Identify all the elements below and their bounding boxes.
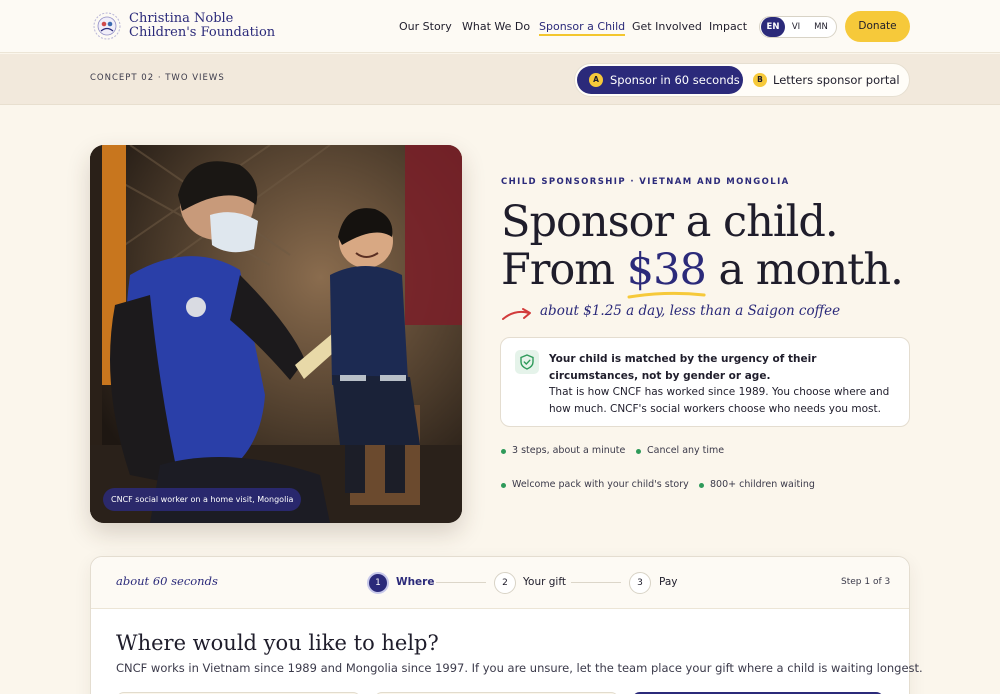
info-strong-text: Your child is matched by the urgency of …	[549, 353, 817, 382]
brand-name-line1: Christina Noble	[129, 11, 234, 26]
hero-eyebrow: CHILD SPONSORSHIP · VIETNAM AND MONGOLIA	[501, 177, 790, 187]
hero-headline-line2: From $38 a month.	[501, 245, 904, 299]
sponsor-steps-card: about 60 seconds 1 Where 2 Your gift 3 P…	[90, 556, 923, 694]
step-question-title: Where would you like to help?	[116, 631, 439, 655]
language-vi[interactable]: VI	[788, 17, 804, 37]
hero-headline-line1: Sponsor a child.	[501, 197, 839, 247]
site-header: Christina Noble Children's Foundation Ou…	[0, 0, 1000, 53]
steps-progress-header: about 60 seconds 1 Where 2 Your gift 3 P…	[91, 557, 909, 609]
info-body-text: That is how CNCF has worked since 1989. …	[549, 386, 890, 415]
step-1-label[interactable]: Where	[396, 576, 434, 588]
language-mn[interactable]: MN	[810, 17, 832, 37]
hero-photo-illustration	[90, 145, 462, 523]
foundation-logo-icon[interactable]	[92, 11, 122, 41]
bullet-steps: 3 steps, about a minute	[500, 445, 626, 456]
view-a-badge: A	[589, 73, 603, 87]
step-connector	[571, 582, 621, 583]
step-counter: Step 1 of 3	[841, 577, 891, 587]
bullet-welcome-pack: Welcome pack with your child's story	[501, 479, 689, 490]
view-b-button[interactable]: B Letters sponsor portal	[751, 66, 907, 94]
amount-underline-decoration	[627, 291, 706, 299]
headline-a-month: a month.	[705, 245, 903, 295]
step-2-label[interactable]: Your gift	[523, 576, 566, 588]
nav-impact[interactable]: Impact	[709, 20, 747, 33]
step-3-number[interactable]: 3	[629, 572, 651, 594]
view-b-label: Letters sponsor portal	[773, 73, 900, 87]
bullet-children-waiting: 800+ children waiting	[699, 479, 815, 490]
amount-value: $38	[626, 245, 707, 295]
price-note: about $1.25 a day, less than a Saigon co…	[501, 302, 841, 326]
nav-get-involved[interactable]: Get Involved	[632, 20, 702, 33]
language-en[interactable]: EN	[761, 17, 785, 37]
steps-duration-note: about 60 seconds	[116, 574, 218, 588]
shield-check-icon	[515, 350, 539, 374]
photo-caption: CNCF social worker on a home visit, Mong…	[103, 488, 302, 511]
view-a-button[interactable]: A Sponsor in 60 seconds	[577, 66, 743, 94]
hero-photo: CNCF social worker on a home visit, Mong…	[90, 145, 462, 523]
headline-from: From	[501, 245, 627, 295]
bullet-cancel: Cancel any time	[635, 445, 725, 456]
concept-bar: CONCEPT 02 · TWO VIEWS A Sponsor in 60 s…	[0, 54, 1000, 105]
hero-headline: Sponsor a child. From $38 a month.	[501, 197, 904, 299]
step-3-label[interactable]: Pay	[659, 576, 678, 588]
brand-name-line2: Children's Foundation	[129, 25, 276, 40]
price-note-text: about $1.25 a day, less than a Saigon co…	[540, 303, 841, 319]
matching-info-card: Your child is matched by the urgency of …	[500, 337, 910, 427]
arrow-icon	[502, 308, 531, 320]
donate-button[interactable]: Donate	[845, 11, 910, 42]
step-1-number[interactable]: 1	[367, 572, 389, 594]
view-toggle: A Sponsor in 60 seconds B Letters sponso…	[574, 63, 910, 97]
step-2-number[interactable]: 2	[494, 572, 516, 594]
step-connector	[436, 582, 486, 583]
step-question-subtitle: CNCF works in Vietnam since 1989 and Mon…	[116, 661, 923, 675]
nav-what-we-do[interactable]: What We Do	[462, 20, 530, 33]
brand-name[interactable]: Christina Noble Children's Foundation	[129, 12, 275, 40]
nav-sponsor-a-child[interactable]: Sponsor a Child	[539, 20, 626, 36]
view-a-label: Sponsor in 60 seconds	[610, 73, 740, 87]
language-switcher: EN VI MN	[759, 16, 837, 38]
concept-label: CONCEPT 02 · TWO VIEWS	[90, 73, 225, 83]
view-b-badge: B	[753, 73, 767, 87]
nav-our-story[interactable]: Our Story	[399, 20, 452, 33]
headline-amount: $38	[626, 245, 707, 299]
